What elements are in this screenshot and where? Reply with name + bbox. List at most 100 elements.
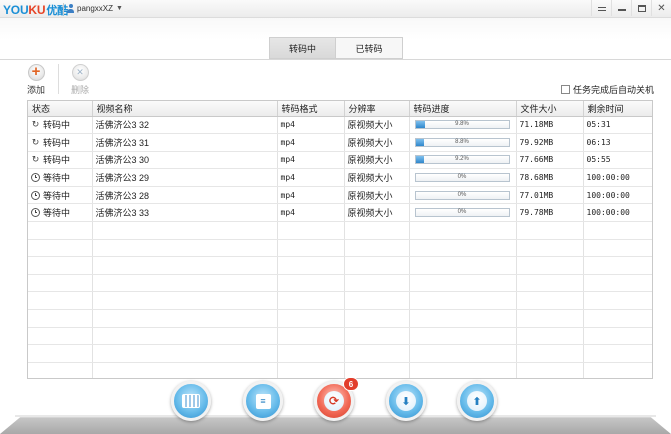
progress-text: 0%: [457, 191, 467, 198]
empty-row: [28, 291, 652, 311]
logo-cn-text: 优酷: [46, 5, 68, 17]
col-format[interactable]: 转码格式: [277, 101, 345, 117]
empty-row: [28, 221, 652, 240]
format-cell: mp4: [277, 133, 345, 152]
format-cell: mp4: [277, 151, 345, 170]
file-size-cell: 71.18MB: [516, 116, 584, 135]
maximize-button[interactable]: [631, 0, 651, 16]
close-button[interactable]: ✕: [651, 0, 671, 16]
file-size-cell: 78.68MB: [516, 168, 584, 187]
add-label: 添加: [26, 85, 45, 95]
video-name: 活佛济公3 30: [92, 151, 278, 170]
progress-bar: 9.8%: [414, 120, 510, 130]
file-size-cell: 77.66MB: [516, 151, 584, 170]
table-row[interactable]: 等待中 活佛济公3 33 mp4 原视频大小 0% 79.78MB 100:00…: [28, 203, 652, 223]
col-video-name[interactable]: 视频名称: [92, 101, 278, 117]
upload-button[interactable]: ⬆: [457, 381, 497, 421]
col-file-size[interactable]: 文件大小: [516, 101, 584, 117]
video-library-button[interactable]: [171, 381, 211, 421]
menu-button[interactable]: [591, 0, 611, 16]
logo-you-text: YOU: [3, 3, 29, 17]
progress-text: 9.2%: [455, 156, 469, 163]
add-button[interactable]: 添加: [23, 63, 49, 96]
status-text: 转码中: [43, 155, 71, 166]
minimize-button[interactable]: [611, 0, 631, 16]
table-header: 状态 视频名称 转码格式 分辨率 转码进度 文件大小 剩余时间: [28, 101, 652, 117]
resolution-cell: 原视频大小: [344, 168, 410, 187]
empty-row: [28, 327, 652, 346]
add-icon: [27, 63, 45, 81]
auto-shutdown-checkbox[interactable]: [561, 85, 570, 94]
task-table: 状态 视频名称 转码格式 分辨率 转码进度 文件大小 剩余时间 ↻ 转码中 活佛济…: [27, 100, 653, 379]
progress-bar: 0%: [414, 190, 510, 200]
progress-bar: 9.2%: [414, 155, 510, 165]
video-name: 活佛济公3 31: [92, 133, 278, 152]
clock-icon: [31, 208, 40, 218]
format-cell: mp4: [277, 186, 345, 205]
format-cell: mp4: [277, 116, 345, 135]
tab-converting[interactable]: 转码中: [269, 37, 336, 59]
refresh-icon: ↻: [31, 119, 40, 130]
window-controls: ✕: [591, 0, 671, 16]
user-icon: [66, 4, 75, 13]
youku-logo: YOUKU优酷: [3, 2, 68, 18]
table-row[interactable]: 等待中 活佛济公3 28 mp4 原视频大小 0% 77.01MB 100:00…: [28, 186, 652, 205]
file-size-cell: 77.01MB: [516, 186, 584, 205]
convert-icon: ⟳: [324, 391, 344, 411]
remaining-time-cell: 05:55: [583, 151, 652, 170]
download-button[interactable]: ⬇: [386, 381, 426, 421]
empty-row: [28, 309, 652, 328]
title-bar: YOUKU优酷 pangxxXZ ▼ ✕: [0, 0, 671, 18]
progress-text: 8.8%: [455, 138, 469, 145]
tab-divider: [0, 59, 671, 60]
logo-ku-text: KU: [28, 3, 46, 17]
film-icon: [182, 394, 200, 408]
empty-row: [28, 362, 652, 378]
video-name: 活佛济公3 29: [92, 168, 278, 187]
maximize-icon: [637, 4, 646, 12]
progress-bar: 0%: [414, 208, 510, 218]
close-icon: ✕: [657, 2, 666, 14]
col-status[interactable]: 状态: [28, 101, 93, 117]
table-row[interactable]: ↻ 转码中 活佛济公3 30 mp4 原视频大小 9.2% 77.66MB 05:…: [28, 151, 652, 170]
clock-icon: [31, 173, 40, 183]
remaining-time-cell: 100:00:00: [583, 186, 652, 205]
video-name: 活佛济公3 33: [92, 203, 278, 223]
col-resolution[interactable]: 分辨率: [344, 101, 410, 117]
convert-count-badge: 6: [343, 377, 359, 391]
auto-shutdown-option[interactable]: 任务完成后自动关机: [561, 83, 654, 96]
col-progress[interactable]: 转码进度: [409, 101, 517, 117]
status-text: 等待中: [43, 190, 71, 201]
resolution-cell: 原视频大小: [344, 133, 410, 152]
resolution-cell: 原视频大小: [344, 186, 410, 205]
empty-row: [28, 256, 652, 275]
empty-row: [28, 274, 652, 293]
col-remaining-time[interactable]: 剩余时间: [583, 101, 652, 117]
remaining-time-cell: 100:00:00: [583, 203, 652, 223]
title-divider: [63, 3, 64, 15]
edit-list-button[interactable]: ≡: [243, 381, 283, 421]
status-text: 转码中: [43, 137, 71, 148]
progress-bar: 0%: [414, 173, 510, 183]
toolbar-divider: [58, 64, 59, 94]
delete-label: 删除: [70, 85, 89, 95]
tab-converted[interactable]: 已转码: [336, 37, 403, 59]
edit-list-icon: ≡: [255, 393, 271, 409]
status-text: 等待中: [43, 173, 71, 184]
auto-shutdown-label: 任务完成后自动关机: [573, 85, 655, 95]
user-menu[interactable]: pangxxXZ ▼: [66, 4, 123, 13]
resolution-cell: 原视频大小: [344, 203, 410, 223]
delete-button[interactable]: 删除: [67, 64, 93, 96]
progress-text: 0%: [457, 209, 467, 216]
resolution-cell: 原视频大小: [344, 151, 410, 170]
tab-bar: 转码中 已转码: [269, 37, 403, 59]
table-row[interactable]: ↻ 转码中 活佛济公3 32 mp4 原视频大小 9.8% 71.18MB 05:…: [28, 116, 652, 135]
resolution-cell: 原视频大小: [344, 116, 410, 135]
table-row[interactable]: ↻ 转码中 活佛济公3 31 mp4 原视频大小 8.8% 79.92MB 06:…: [28, 133, 652, 152]
table-row[interactable]: 等待中 活佛济公3 29 mp4 原视频大小 0% 78.68MB 100:00…: [28, 168, 652, 187]
minimize-icon: [617, 9, 626, 11]
progress-text: 0%: [457, 174, 467, 181]
remaining-time-cell: 100:00:00: [583, 168, 652, 187]
empty-row: [28, 344, 652, 363]
file-size-cell: 79.92MB: [516, 133, 584, 152]
